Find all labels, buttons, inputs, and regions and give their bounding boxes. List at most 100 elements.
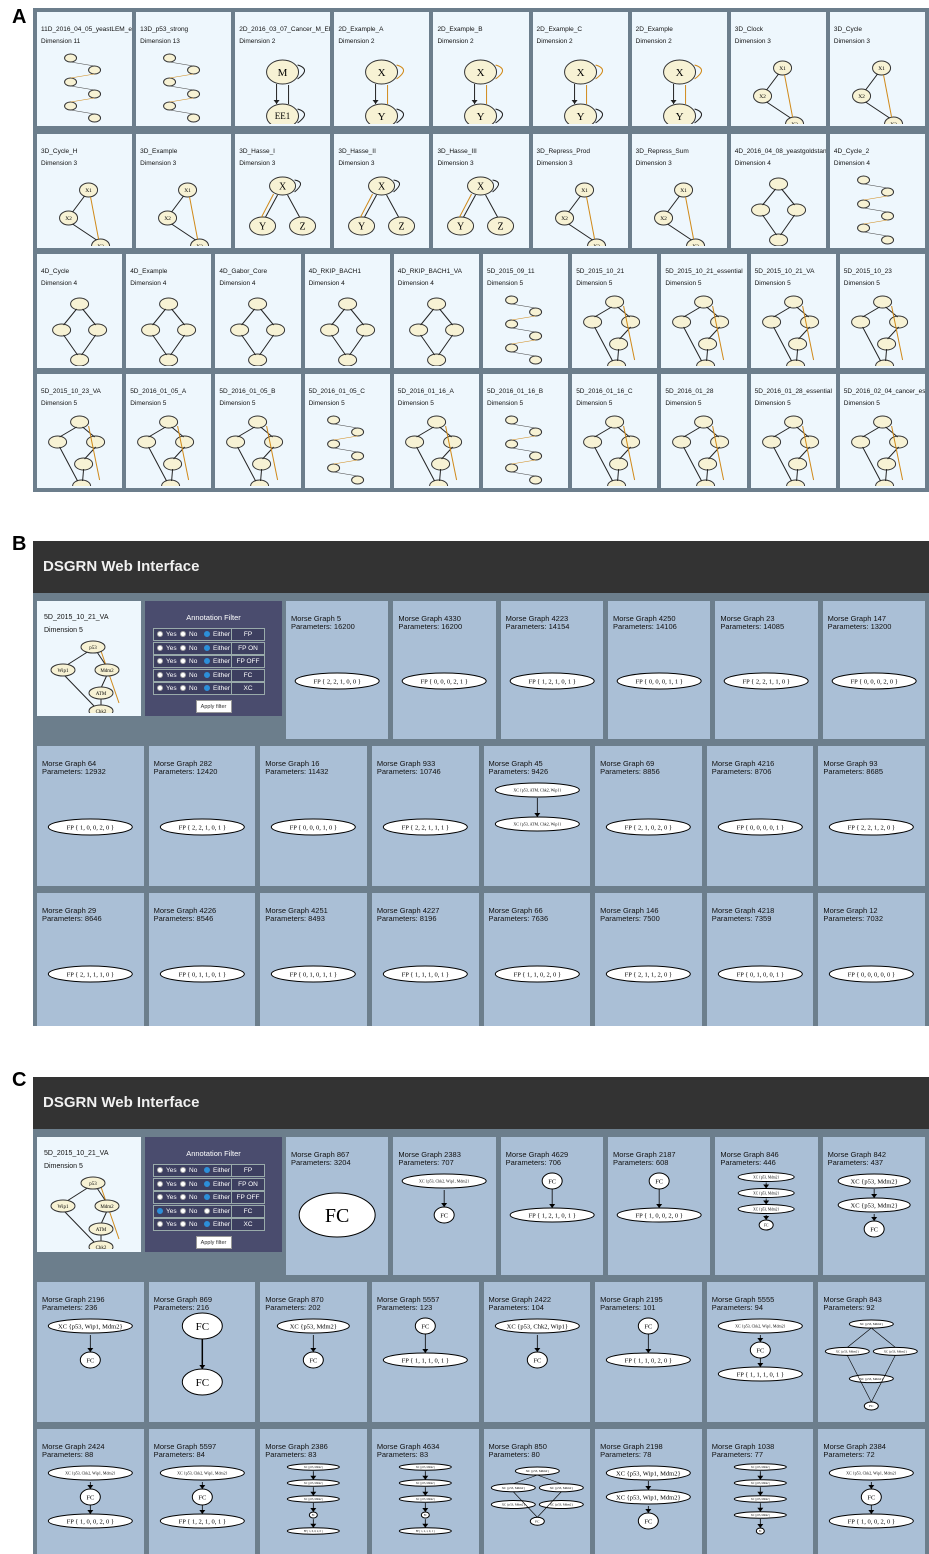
network-card[interactable]: 3D_Repress_Prod Dimension 3 X1 X2 X3 — [532, 134, 628, 248]
morse-graph-card[interactable]: Morse Graph 282 Parameters: 12420 FP { 2, … — [148, 746, 256, 886]
morse-graph-card[interactable]: Morse Graph 2195 Parameters: 101 FC FP { 1,… — [595, 1282, 702, 1422]
network-card[interactable]: 3D_Cycle_H Dimension 3 X1 X2 X3 — [37, 134, 133, 248]
radio-no[interactable] — [180, 1194, 186, 1200]
network-card[interactable]: 5D_2016_02_04_cancer_essential Dimension … — [839, 374, 925, 488]
radio-no[interactable] — [180, 1207, 186, 1214]
network-card[interactable]: 5D_2016_01_16_C Dimension 5 — [572, 374, 658, 488]
radio-yes[interactable] — [157, 685, 163, 691]
network-card[interactable]: 3D_Hasse_I Dimension 3 X Y Z — [235, 134, 331, 248]
network-card[interactable]: 3D_Example Dimension 3 X1 X2 X3 — [136, 134, 232, 248]
network-card[interactable]: 4D_Gabor_Core Dimension 4 — [215, 254, 301, 368]
morse-graph-card[interactable]: Morse Graph 867 Parameters: 3204 FC — [286, 1137, 389, 1275]
radio-yes[interactable] — [157, 1180, 163, 1187]
radio-no[interactable] — [180, 644, 186, 651]
network-card[interactable]: 3D_Hasse_II Dimension 3 X Y Z — [334, 134, 430, 248]
network-card[interactable]: 5D_2015_10_23 Dimension 5 — [839, 254, 925, 368]
network-card[interactable]: 5D_2016_01_05_A Dimension 5 — [126, 374, 212, 488]
network-card[interactable]: 5D_2016_01_28 Dimension 5 — [661, 374, 747, 488]
morse-graph-card[interactable]: Morse Graph 23 Parameters: 14085 FP { 2, 2… — [715, 601, 818, 739]
network-card[interactable]: 4D_RKIP_BACH1_VA Dimension 4 — [393, 254, 479, 368]
morse-graph-card[interactable]: Morse Graph 12 Parameters: 7032 FP { 0, 0,… — [818, 893, 925, 1026]
radio-either[interactable] — [204, 1194, 210, 1200]
morse-graph-card[interactable]: Morse Graph 843 Parameters: 92 XC {p53, Md… — [818, 1282, 925, 1422]
radio-no[interactable] — [180, 671, 186, 678]
morse-graph-card[interactable]: Morse Graph 5555 Parameters: 94 XC {p53, C… — [706, 1282, 814, 1422]
morse-graph-card[interactable]: Morse Graph 69 Parameters: 8856 FP { 2, 1,… — [595, 746, 702, 886]
morse-graph-card[interactable]: Morse Graph 4250 Parameters: 14106 FP { 0,… — [608, 601, 711, 739]
network-card[interactable]: 5D_2015_09_11 Dimension 5 — [483, 254, 569, 368]
morse-graph-card[interactable]: Morse Graph 93 Parameters: 8685 FP { 2, 2,… — [818, 746, 925, 886]
morse-graph-card[interactable]: Morse Graph 16 Parameters: 11432 FP { 0, 0… — [260, 746, 367, 886]
network-card[interactable]: 4D_2016_04_08_yeastgoldstandard_essentia… — [730, 134, 826, 248]
network-card[interactable]: 5D_2015_10_21_essential Dimension 5 — [661, 254, 747, 368]
morse-graph-card[interactable]: Morse Graph 147 Parameters: 13200 FP { 0, … — [822, 601, 925, 739]
network-card[interactable]: 3D_Repress_Sum Dimension 3 X1 X2 X3 — [631, 134, 727, 248]
morse-graph-card[interactable]: Morse Graph 4216 Parameters: 8706 FP { 0, … — [706, 746, 814, 886]
morse-graph-card[interactable]: Morse Graph 4218 Parameters: 7359 FP { 0, … — [706, 893, 814, 1026]
radio-yes[interactable] — [157, 658, 163, 664]
radio-yes[interactable] — [157, 1167, 163, 1173]
morse-graph-card[interactable]: Morse Graph 2422 Parameters: 104 XC {p53, … — [483, 1282, 591, 1422]
morse-graph-card[interactable]: Morse Graph 146 Parameters: 7500 FP { 2, 1… — [595, 893, 702, 1026]
network-card[interactable]: 4D_RKIP_BACH1 Dimension 4 — [304, 254, 390, 368]
network-card[interactable]: 2D_2016_03_07_Cancer_M_EE1_partial Dimens… — [235, 12, 331, 126]
apply-filter-button[interactable]: Apply filter — [195, 1236, 232, 1249]
network-card[interactable]: 5D_2015_10_21_VA Dimension 5 — [750, 254, 836, 368]
morse-graph-card[interactable]: Morse Graph 2386 Parameters: 83 XC {p53, M… — [260, 1429, 367, 1554]
network-card[interactable]: 11D_2016_04_05_yeastLEM_essential Dimensi… — [37, 12, 133, 126]
network-card[interactable]: 13D_p53_strong Dimension 13 — [136, 12, 232, 126]
radio-either[interactable] — [204, 644, 210, 651]
morse-graph-card[interactable]: Morse Graph 64 Parameters: 12932 FP { 1, 0… — [37, 746, 144, 886]
morse-graph-card[interactable]: Morse Graph 1038 Parameters: 77 XC {p53, M… — [706, 1429, 814, 1554]
apply-filter-button[interactable]: Apply filter — [195, 700, 232, 713]
morse-graph-card[interactable]: Morse Graph 2384 Parameters: 72 XC {p53, C… — [818, 1429, 925, 1554]
morse-graph-card[interactable]: Morse Graph 66 Parameters: 7636 FP { 1, 1,… — [483, 893, 591, 1026]
radio-either[interactable] — [204, 1167, 210, 1173]
morse-graph-card[interactable]: Morse Graph 4227 Parameters: 8196 FP { 1, … — [371, 893, 479, 1026]
network-card[interactable]: 5D_2015_10_23_VA Dimension 5 — [37, 374, 123, 488]
morse-graph-card[interactable]: Morse Graph 869 Parameters: 216 FC FC — [148, 1282, 256, 1422]
network-card[interactable]: 5D_2016_01_28_essential Dimension 5 — [750, 374, 836, 488]
network-card[interactable]: 5D_2016_01_05_B Dimension 5 — [215, 374, 301, 488]
network-card[interactable]: 2D_Example_B Dimension 2XY — [433, 12, 529, 126]
network-card[interactable]: 4D_Cycle_2 Dimension 4 — [829, 134, 925, 248]
morse-graph-card[interactable]: Morse Graph 29 Parameters: 8646 FP { 2, 1,… — [37, 893, 144, 1026]
radio-yes[interactable] — [157, 671, 163, 678]
morse-graph-card[interactable]: Morse Graph 870 Parameters: 202 XC {p53, M… — [260, 1282, 367, 1422]
radio-either[interactable] — [204, 1207, 210, 1214]
radio-yes[interactable] — [157, 1221, 163, 1227]
morse-graph-card[interactable]: Morse Graph 2196 Parameters: 236 XC {p53, … — [37, 1282, 144, 1422]
selected-network-card[interactable]: 5D_2015_10_21_VA Dimension 5 p53 Wip1 Mdm2 AT… — [37, 1137, 141, 1252]
network-card[interactable]: 2D_Example_A Dimension 2XY — [334, 12, 430, 126]
morse-graph-card[interactable]: Morse Graph 842 Parameters: 437 XC {p53, M… — [822, 1137, 925, 1275]
radio-no[interactable] — [180, 1221, 186, 1227]
radio-yes[interactable] — [157, 631, 163, 637]
radio-yes[interactable] — [157, 1194, 163, 1200]
radio-either[interactable] — [204, 671, 210, 678]
network-card[interactable]: 3D_Hasse_III Dimension 3 X Y Z — [433, 134, 529, 248]
morse-graph-card[interactable]: Morse Graph 2424 Parameters: 88 XC {p53, C… — [37, 1429, 144, 1554]
radio-no[interactable] — [180, 1180, 186, 1187]
morse-graph-card[interactable]: Morse Graph 45 Parameters: 9426 XC {p53, A… — [483, 746, 591, 886]
network-card[interactable]: 3D_Cycle Dimension 3 X1 X2 X3 — [829, 12, 925, 126]
network-card[interactable]: 5D_2016_01_05_C Dimension 5 — [304, 374, 390, 488]
radio-yes[interactable] — [157, 1207, 163, 1214]
morse-graph-card[interactable]: Morse Graph 5 Parameters: 16200 FP { 2, 2,… — [286, 601, 389, 739]
radio-either[interactable] — [204, 1180, 210, 1187]
morse-graph-card[interactable]: Morse Graph 2383 Parameters: 707 XC {p53, … — [393, 1137, 496, 1275]
morse-graph-card[interactable]: Morse Graph 5557 Parameters: 123 FC FP { 1,… — [371, 1282, 479, 1422]
morse-graph-card[interactable]: Morse Graph 2187 Parameters: 608 FC FP { 1,… — [608, 1137, 711, 1275]
network-card[interactable]: 4D_Cycle Dimension 4 — [37, 254, 123, 368]
morse-graph-card[interactable]: Morse Graph 850 Parameters: 80 XC {p53, Md… — [483, 1429, 591, 1554]
morse-graph-card[interactable]: Morse Graph 4251 Parameters: 8493 FP { 0, … — [260, 893, 367, 1026]
selected-network-card[interactable]: 5D_2015_10_21_VA Dimension 5 p53 Wip1 Mdm2 AT… — [37, 601, 141, 716]
morse-graph-card[interactable]: Morse Graph 4634 Parameters: 83 XC {p53, M… — [371, 1429, 479, 1554]
radio-no[interactable] — [180, 1167, 186, 1173]
network-card[interactable]: 5D_2015_10_21 Dimension 5 — [572, 254, 658, 368]
morse-graph-card[interactable]: Morse Graph 4226 Parameters: 8546 FP { 0, … — [148, 893, 256, 1026]
network-card[interactable]: 2D_Example Dimension 2XY — [631, 12, 727, 126]
network-card[interactable]: 4D_Example Dimension 4 — [126, 254, 212, 368]
network-card[interactable]: 3D_Clock Dimension 3 X1 X2 X3 — [730, 12, 826, 126]
network-card[interactable]: 2D_Example_C Dimension 2XY — [532, 12, 628, 126]
network-card[interactable]: 5D_2016_01_16_A Dimension 5 — [393, 374, 479, 488]
